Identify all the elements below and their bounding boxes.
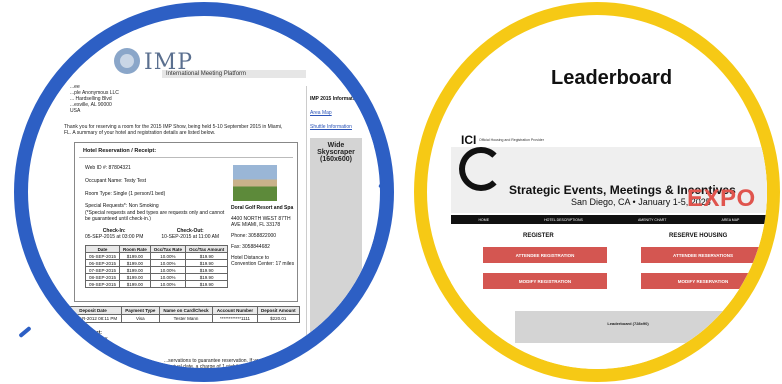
table-row: 09-SEP-2015 $199.00 10.00% $19.90 [84, 280, 229, 288]
attendee-registration-button[interactable]: ATTENDEE REGISTRATION [483, 247, 607, 263]
nav-amenity-chart[interactable]: AMENITY CHART [638, 218, 666, 222]
email-preview-circle: IMP International Meeting Platform ...ee… [14, 2, 394, 382]
reserve-housing-heading: RESERVE HOUSING [669, 233, 728, 239]
leaderboard-ad[interactable]: Leaderboard (728x90) [515, 311, 741, 343]
nav-home[interactable]: HOME [479, 218, 490, 222]
area-map-link[interactable]: Area Map [310, 110, 362, 116]
info-sidebar: IMP 2015 Information Area Map Shuttle In… [306, 86, 362, 368]
cancellation-note: ...servations to guarantee reservation. … [164, 358, 304, 368]
provider-text: Official Housing and Registration Provid… [479, 138, 544, 142]
special-note: (*Special requests and bed types are req… [85, 210, 225, 222]
nav-area-map[interactable]: AREA MAP [722, 218, 740, 222]
deposit-table: Deposit Date Payment Type Name on Card/C… [64, 306, 301, 323]
table-row: 21-MAR-2012 08:11 PM Visa Tester Mann **… [64, 314, 301, 323]
paint-splash [388, 196, 390, 201]
event-website: Strategic Events, Meetings & Incentives … [451, 147, 767, 369]
hotel-reservation-box: Hotel Reservation / Receipt: Web ID #: 8… [74, 142, 298, 302]
modify-registration-button[interactable]: MODIFY REGISTRATION [483, 273, 607, 289]
nav-hotel-descriptions[interactable]: HOTEL DESCRIPTIONS [544, 218, 583, 222]
sidebar-title: IMP 2015 Information [310, 96, 361, 102]
hotel-heading: Hotel Reservation / Receipt: [79, 145, 293, 158]
table-row: 06-SEP-2015 $199.00 10.00% $19.90 [84, 259, 229, 267]
table-row: 07-SEP-2015 $199.00 10.00% $19.90 [84, 266, 229, 274]
modify-reservation-button[interactable]: MODIFY RESERVATION [641, 273, 765, 289]
logo-tagline: International Meeting Platform [162, 70, 307, 78]
confirmation-email: IMP International Meeting Platform ...ee… [44, 30, 374, 368]
register-heading: REGISTER [523, 233, 554, 239]
hotel-details: Doral Golf Resort and Spa 4400 NORTH WES… [231, 205, 295, 267]
mailing-address: ...ee ...ple Anonymous LLC ... Hardselli… [70, 84, 119, 114]
event-banner: Strategic Events, Meetings & Incentives … [451, 147, 767, 213]
website-preview-circle: Leaderboard ICI Official Housing and Reg… [414, 2, 780, 382]
attendee-reservations-button[interactable]: ATTENDEE RESERVATIONS [641, 247, 765, 263]
table-row: 05-SEP-2015 $199.00 10.00% $19.90 [84, 252, 229, 260]
leaderboard-title: Leaderboard [551, 67, 673, 89]
hotel-photo [233, 165, 277, 201]
main-nav: HOME HOTEL DESCRIPTIONS AMENITY CHART AR… [451, 215, 767, 224]
policy-section: ...ch / Receipt: ...t's room and tax ...… [68, 330, 108, 357]
intro-text: Thank you for reserving a room for the 2… [64, 124, 283, 136]
skyscraper-ad[interactable]: Wide Skyscraper (160x600) [310, 138, 362, 368]
swirl-graphic [459, 147, 503, 191]
expo-wordmark: EXPO [687, 185, 756, 212]
rate-table: Date Room Rate Occ/Tax Rate Occ/Tax Amou… [84, 245, 229, 288]
shuttle-info-link[interactable]: Shuttle Information [310, 124, 362, 130]
table-row: 08-SEP-2015 $199.00 10.00% $19.90 [84, 273, 229, 281]
imp-globe-icon [114, 48, 140, 74]
